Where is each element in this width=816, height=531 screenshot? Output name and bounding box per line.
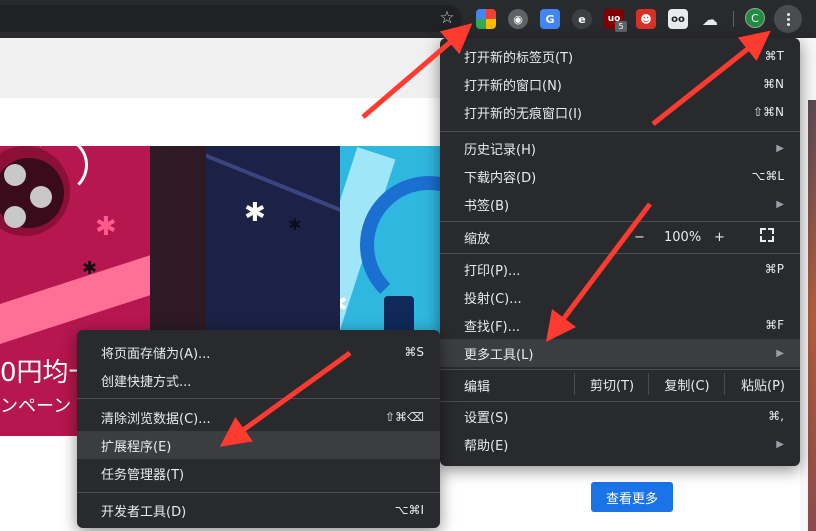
chrome-menu-button[interactable] [774, 5, 802, 33]
chevron-right-icon: ▶ [776, 142, 784, 154]
page-header-area [0, 38, 445, 98]
menu-item-new-incognito[interactable]: 打开新的无痕窗口(I) ⇧⌘N [440, 98, 800, 126]
menu-item-clear-data[interactable]: 清除浏览数据(C)... ⇧⌘⌫ [77, 403, 440, 431]
menu-item-label: 创建快捷方式... [101, 374, 192, 390]
extension-color-icon[interactable] [476, 9, 496, 29]
menu-item-downloads[interactable]: 下载内容(D) ⌥⌘L [440, 162, 800, 190]
banner-subtext: ンペーン [0, 396, 72, 417]
menu-item-cast[interactable]: 投射(C)... [440, 283, 800, 311]
menu-item-find[interactable]: 查找(F)... ⌘F [440, 311, 800, 339]
menu-item-new-tab[interactable]: 打开新的标签页(T) ⌘T [440, 42, 800, 70]
menu-item-label: 扩展程序(E) [101, 439, 172, 455]
menu-item-shortcut: ⌘F [765, 318, 784, 332]
chevron-right-icon: ▶ [776, 347, 784, 359]
menu-item-label: 清除浏览数据(C)... [101, 411, 211, 427]
menu-item-extensions[interactable]: 扩展程序(E) [77, 431, 440, 459]
zoom-level: 100% [664, 229, 702, 245]
google-translate-icon[interactable]: G [540, 9, 560, 29]
copy-button[interactable]: 复制(C) [648, 373, 725, 395]
desktop-wallpaper-edge [808, 100, 816, 531]
extension-face-icon[interactable]: ☻ [636, 9, 656, 29]
menu-item-shortcut: ⇧⌘⌫ [384, 410, 424, 424]
menu-item-create-shortcut[interactable]: 创建快捷方式... [77, 366, 440, 394]
menu-separator [77, 492, 440, 493]
cut-button[interactable]: 剪切(T) [574, 373, 649, 395]
more-tools-submenu: 将页面存储为(A)... ⌘S 创建快捷方式... 清除浏览数据(C)... ⇧… [77, 330, 440, 528]
menu-separator [440, 131, 800, 132]
chevron-right-icon: ▶ [776, 198, 784, 210]
menu-item-task-manager[interactable]: 任务管理器(T) [77, 459, 440, 487]
menu-item-label: 打开新的标签页(T) [464, 50, 574, 66]
menu-item-print[interactable]: 打印(P)... ⌘P [440, 255, 800, 283]
menu-item-label: 打印(P)... [464, 263, 521, 279]
menu-item-label: 编辑 [464, 379, 491, 395]
cloud-icon[interactable]: ☁ [700, 9, 720, 29]
menu-item-label: 书签(B) [464, 198, 510, 214]
toolbar-separator [733, 11, 734, 27]
menu-item-edit: 编辑 剪切(T) 复制(C) 粘贴(P) [440, 370, 800, 400]
menu-item-label: 更多工具(L) [464, 347, 534, 363]
menu-item-label: 开发者工具(D) [101, 504, 187, 520]
zoom-out-button[interactable]: − [634, 230, 645, 245]
menu-item-new-window[interactable]: 打开新的窗口(N) ⌘N [440, 70, 800, 98]
fullscreen-icon[interactable] [760, 228, 774, 242]
menu-item-dev-tools[interactable]: 开发者工具(D) ⌥⌘I [77, 496, 440, 524]
menu-item-label: 查找(F)... [464, 319, 521, 335]
menu-item-shortcut: ⌥⌘L [751, 169, 784, 183]
menu-item-settings[interactable]: 设置(S) ⌘, [440, 402, 800, 430]
extension-lock-icon[interactable]: ◉ [508, 9, 528, 29]
menu-item-label: 投射(C)... [464, 291, 522, 307]
menu-separator [440, 253, 800, 254]
menu-item-shortcut: ⌘, [768, 409, 784, 423]
menu-item-shortcut: ⌘T [764, 49, 784, 63]
menu-item-shortcut: ⌘P [764, 262, 784, 276]
menu-item-label: 设置(S) [464, 410, 509, 426]
menu-item-zoom: 缩放 − 100% + [440, 222, 800, 252]
menu-item-shortcut: ⌥⌘I [394, 503, 424, 517]
menu-item-label: 将页面存储为(A)... [101, 346, 211, 362]
menu-separator [77, 398, 440, 399]
extension-tape-icon[interactable]: oo [668, 9, 688, 29]
see-more-button[interactable]: 查看更多 [591, 482, 673, 512]
menu-item-more-tools[interactable]: 更多工具(L) ▶ [440, 339, 800, 367]
extension-badge: 5 [615, 21, 627, 32]
menu-item-label: 打开新的无痕窗口(I) [464, 106, 582, 122]
menu-item-shortcut: ⌘N [763, 77, 784, 91]
menu-item-shortcut: ⇧⌘N [752, 105, 784, 119]
bookmark-star-icon[interactable]: ☆ [437, 8, 457, 28]
address-bar[interactable] [0, 5, 462, 32]
profile-avatar[interactable]: C [745, 8, 765, 28]
menu-item-label: 帮助(E) [464, 438, 509, 454]
menu-item-save-page[interactable]: 将页面存储为(A)... ⌘S [77, 338, 440, 366]
menu-item-bookmarks[interactable]: 书签(B) ▶ [440, 190, 800, 218]
paste-button[interactable]: 粘贴(P) [724, 373, 801, 395]
menu-item-history[interactable]: 历史记录(H) ▶ [440, 134, 800, 162]
chrome-menu: 打开新的标签页(T) ⌘T 打开新的窗口(N) ⌘N 打开新的无痕窗口(I) ⇧… [440, 38, 800, 466]
menu-item-label: 下载内容(D) [464, 170, 537, 186]
menu-item-label: 任务管理器(T) [101, 467, 185, 483]
menu-item-shortcut: ⌘S [404, 345, 424, 359]
menu-item-label: 历史记录(H) [464, 142, 536, 158]
menu-item-help[interactable]: 帮助(E) ▶ [440, 430, 800, 458]
extension-edge-icon[interactable]: e [572, 9, 592, 29]
menu-item-label: 打开新的窗口(N) [464, 78, 562, 94]
menu-item-label: 缩放 [464, 231, 491, 247]
chevron-right-icon: ▶ [776, 438, 784, 450]
zoom-in-button[interactable]: + [714, 230, 725, 245]
